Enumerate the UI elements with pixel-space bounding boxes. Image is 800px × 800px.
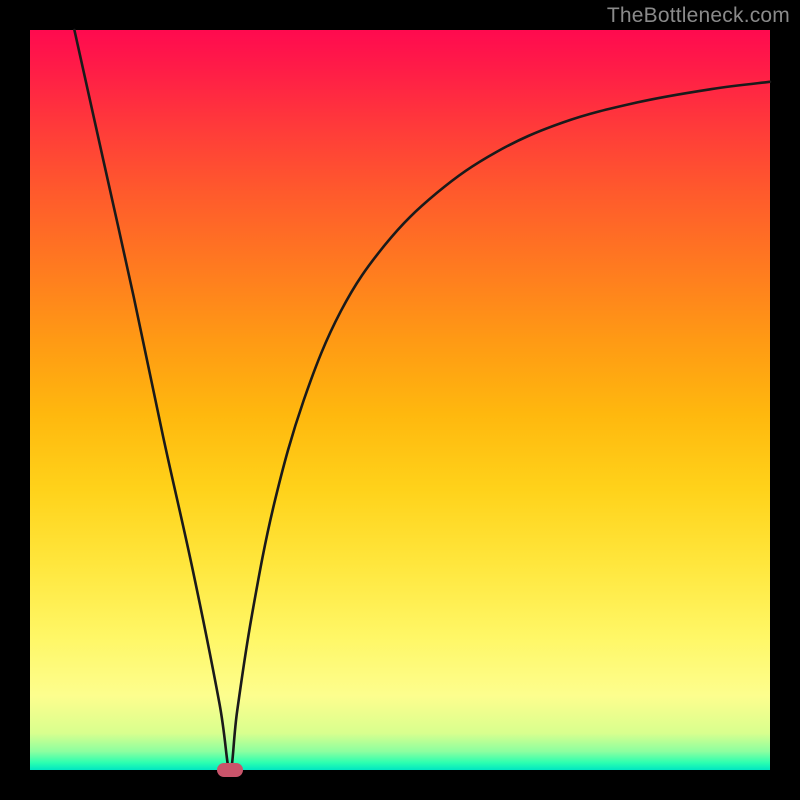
watermark-text: TheBottleneck.com: [607, 4, 790, 28]
plot-area: [30, 30, 770, 770]
minimum-marker: [217, 763, 243, 777]
bottleneck-curve: [30, 30, 770, 770]
chart-frame: TheBottleneck.com: [0, 0, 800, 800]
